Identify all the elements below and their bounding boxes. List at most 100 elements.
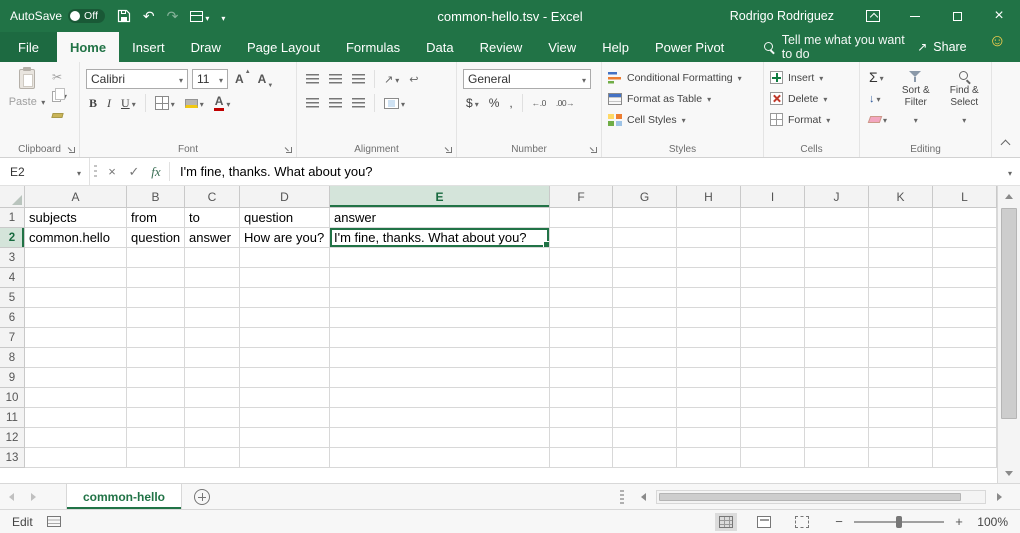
share-button[interactable]: Share	[917, 32, 966, 62]
cell-A1[interactable]: subjects	[25, 208, 127, 228]
cell-D8[interactable]	[240, 348, 330, 368]
cell-A10[interactable]	[25, 388, 127, 408]
cell-C2[interactable]: answer	[185, 228, 240, 248]
horizontal-scrollbar[interactable]	[656, 490, 986, 504]
cell-F1[interactable]	[550, 208, 613, 228]
formula-input[interactable]: I'm fine, thanks. What about you?	[172, 158, 1000, 185]
cell-L6[interactable]	[933, 308, 997, 328]
align-left-button[interactable]	[303, 96, 322, 110]
cell-K9[interactable]	[869, 368, 933, 388]
cell-J9[interactable]	[805, 368, 869, 388]
cell-C11[interactable]	[185, 408, 240, 428]
cut-button[interactable]	[52, 70, 67, 84]
cell-G8[interactable]	[613, 348, 677, 368]
row-header-8[interactable]: 8	[0, 348, 25, 368]
cell-L13[interactable]	[933, 448, 997, 468]
number-dialog-launcher[interactable]	[589, 145, 599, 155]
cell-B11[interactable]	[127, 408, 185, 428]
underline-button[interactable]: U	[118, 94, 139, 113]
insert-function-button[interactable]: fx	[145, 158, 167, 185]
cell-H10[interactable]	[677, 388, 741, 408]
row-header-6[interactable]: 6	[0, 308, 25, 328]
alignment-dialog-launcher[interactable]	[444, 145, 454, 155]
vertical-scrollbar[interactable]	[997, 186, 1020, 483]
cell-F8[interactable]	[550, 348, 613, 368]
cell-E10[interactable]	[330, 388, 550, 408]
cell-F11[interactable]	[550, 408, 613, 428]
bold-button[interactable]: B	[86, 94, 100, 113]
cell-styles-button[interactable]: Cell Styles	[608, 109, 759, 130]
cell-C12[interactable]	[185, 428, 240, 448]
hscroll-right-button[interactable]	[988, 484, 1010, 509]
zoom-slider[interactable]	[854, 521, 944, 523]
cell-I4[interactable]	[741, 268, 805, 288]
column-header-J[interactable]: J	[805, 186, 869, 208]
cell-E2[interactable]: I'm fine, thanks. What about you?	[330, 228, 550, 248]
cell-D6[interactable]	[240, 308, 330, 328]
cell-G2[interactable]	[613, 228, 677, 248]
column-header-C[interactable]: C	[185, 186, 240, 208]
cell-H8[interactable]	[677, 348, 741, 368]
cell-I2[interactable]	[741, 228, 805, 248]
cell-C6[interactable]	[185, 308, 240, 328]
column-header-H[interactable]: H	[677, 186, 741, 208]
cell-A12[interactable]	[25, 428, 127, 448]
cell-B13[interactable]	[127, 448, 185, 468]
cell-G10[interactable]	[613, 388, 677, 408]
ribbon-tab-help[interactable]: Help	[589, 32, 642, 62]
cell-F7[interactable]	[550, 328, 613, 348]
cell-D2[interactable]: How are you?	[240, 228, 330, 248]
cell-F12[interactable]	[550, 428, 613, 448]
increase-decimal-button[interactable]: ←.0	[529, 96, 549, 110]
cell-B2[interactable]: question	[127, 228, 185, 248]
cell-A11[interactable]	[25, 408, 127, 428]
cell-D7[interactable]	[240, 328, 330, 348]
cell-A2[interactable]: common.hello	[25, 228, 127, 248]
zoom-slider-thumb[interactable]	[896, 516, 902, 528]
copy-button[interactable]	[52, 89, 67, 103]
cell-B5[interactable]	[127, 288, 185, 308]
cell-K12[interactable]	[869, 428, 933, 448]
cell-J11[interactable]	[805, 408, 869, 428]
row-header-13[interactable]: 13	[0, 448, 25, 468]
cell-D5[interactable]	[240, 288, 330, 308]
number-format-combobox[interactable]: General	[463, 69, 591, 89]
row-header-11[interactable]: 11	[0, 408, 25, 428]
cell-J1[interactable]	[805, 208, 869, 228]
cell-F2[interactable]	[550, 228, 613, 248]
currency-format-button[interactable]: $	[463, 94, 482, 112]
normal-view-button[interactable]	[715, 513, 737, 531]
align-top-button[interactable]	[303, 72, 322, 86]
align-bottom-button[interactable]	[349, 72, 368, 86]
cell-E4[interactable]	[330, 268, 550, 288]
cell-I13[interactable]	[741, 448, 805, 468]
cell-E12[interactable]	[330, 428, 550, 448]
sheet-nav-next-button[interactable]	[22, 484, 44, 509]
decrease-decimal-button[interactable]: .00→	[553, 96, 577, 110]
cell-G7[interactable]	[613, 328, 677, 348]
column-header-K[interactable]: K	[869, 186, 933, 208]
column-header-E[interactable]: E	[330, 186, 550, 208]
ribbon-tab-data[interactable]: Data	[413, 32, 466, 62]
fill-button[interactable]	[866, 89, 890, 107]
cell-D4[interactable]	[240, 268, 330, 288]
ribbon-tab-power-pivot[interactable]: Power Pivot	[642, 32, 737, 62]
new-sheet-button[interactable]	[194, 489, 210, 505]
cell-H1[interactable]	[677, 208, 741, 228]
merge-center-button[interactable]	[381, 94, 408, 112]
cell-D13[interactable]	[240, 448, 330, 468]
find-select-button[interactable]: Find & Select	[942, 67, 987, 128]
borders-button[interactable]	[152, 94, 178, 112]
fill-color-button[interactable]	[182, 94, 207, 112]
vertical-scroll-track[interactable]	[998, 206, 1020, 463]
cell-L7[interactable]	[933, 328, 997, 348]
cell-B1[interactable]: from	[127, 208, 185, 228]
cell-C4[interactable]	[185, 268, 240, 288]
cell-H3[interactable]	[677, 248, 741, 268]
cell-A7[interactable]	[25, 328, 127, 348]
cell-H5[interactable]	[677, 288, 741, 308]
cell-A5[interactable]	[25, 288, 127, 308]
percent-format-button[interactable]: %	[486, 94, 503, 112]
cell-I11[interactable]	[741, 408, 805, 428]
zoom-level[interactable]: 100%	[974, 515, 1008, 529]
